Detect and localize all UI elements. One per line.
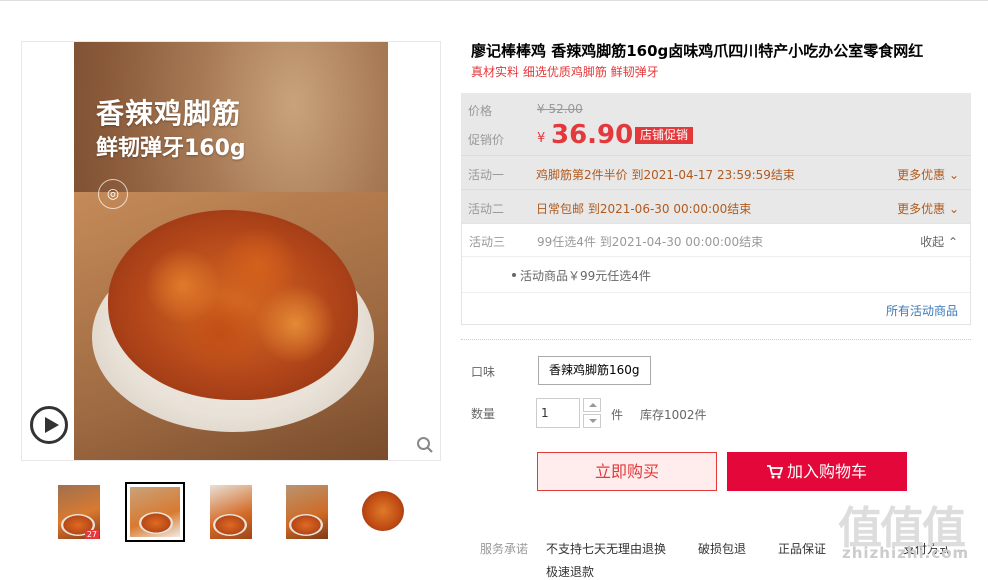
add-to-cart-button[interactable]: 加入购物车 <box>727 452 907 491</box>
image-subheadline: 鲜韧弹牙160g <box>96 136 246 161</box>
all-activity-products-link[interactable]: 所有活动商品 <box>886 302 958 319</box>
chicken-feet-dish <box>108 210 358 400</box>
thumbnail-3[interactable] <box>207 482 255 542</box>
thumbnail-5[interactable] <box>359 482 407 542</box>
more-offers-link[interactable]: 更多优惠 ⌄ <box>897 200 959 217</box>
thumbnail-1[interactable]: 27 <box>55 482 103 542</box>
original-price: ¥ 52.00 <box>537 102 583 116</box>
activity-label: 活动三 <box>469 235 506 249</box>
image-headline: 香辣鸡脚筋 <box>96 97 242 130</box>
currency-symbol: ¥ <box>537 131 546 146</box>
activity-label: 活动一 <box>468 168 505 182</box>
play-video-icon[interactable] <box>30 406 68 444</box>
quantity-increase-icon[interactable] <box>583 398 601 412</box>
product-title: 廖记棒棒鸡 香辣鸡脚筋160g卤味鸡爪四川特产小吃办公室零食网红 <box>471 42 924 60</box>
quantity-label: 数量 <box>471 407 496 421</box>
site-watermark: 值值值 zhizhizhi.com <box>838 492 978 572</box>
promo-price-label: 促销价 <box>468 133 505 147</box>
activity-row-2[interactable]: 活动二 日常包邮 到2021-06-30 00:00:00结束 更多优惠 ⌄ <box>461 189 971 223</box>
top-divider <box>0 0 988 1</box>
add-to-cart-label: 加入购物车 <box>786 462 867 481</box>
cart-icon <box>766 465 784 479</box>
flavor-label: 口味 <box>471 365 496 379</box>
quantity-decrease-icon[interactable] <box>583 414 601 428</box>
activity-label: 活动二 <box>468 202 505 216</box>
service-item: 极速退款 <box>546 565 595 579</box>
brand-badge-icon: ◎ <box>98 179 128 209</box>
service-label: 服务承诺 <box>480 542 529 556</box>
promo-price: 36.90 <box>551 120 634 150</box>
original-price-label: 价格 <box>468 104 493 118</box>
quantity-input[interactable] <box>536 398 580 428</box>
activity-row-1[interactable]: 活动一 鸡脚筋第2件半价 到2021-04-17 23:59:59结束 更多优惠… <box>461 155 971 189</box>
flavor-option-button[interactable]: 香辣鸡脚筋160g <box>538 356 651 385</box>
thumbnail-4[interactable] <box>283 482 331 542</box>
chevron-down-icon: ⌄ <box>945 202 959 216</box>
stock-count: 库存1002件 <box>640 408 707 422</box>
activity-detail-item: 活动商品￥99元任选4件 <box>520 269 651 283</box>
chevron-down-icon: ⌄ <box>945 168 959 182</box>
activity-text: 日常包邮 到2021-06-30 00:00:00结束 <box>536 202 752 216</box>
quantity-unit: 件 <box>611 408 624 422</box>
thumbnail-strip: 27 <box>52 482 412 544</box>
divider <box>461 339 971 340</box>
thumbnail-caption: 27 <box>84 530 99 539</box>
product-subtitle: 真材实料 细选优质鸡脚筋 鲜韧弹牙 <box>471 65 659 79</box>
service-item: 破损包退 <box>698 542 747 556</box>
activity-text: 99任选4件 到2021-04-30 00:00:00结束 <box>537 235 764 249</box>
watermark-url: zhizhizhi.com <box>842 544 970 562</box>
bullet-icon <box>512 273 516 277</box>
activity-text: 鸡脚筋第2件半价 到2021-04-17 23:59:59结束 <box>536 168 795 182</box>
collapse-link[interactable]: 收起 ⌃ <box>920 233 958 250</box>
zoom-icon[interactable] <box>416 436 434 454</box>
thumbnail-2[interactable] <box>125 482 185 542</box>
main-image-frame[interactable]: 香辣鸡脚筋 鲜韧弹牙160g ◎ <box>21 41 441 461</box>
activity-row-3-expanded: 活动三 99任选4件 到2021-04-30 00:00:00结束 收起 ⌃ 活… <box>461 223 971 325</box>
service-item: 不支持七天无理由退换 <box>546 542 667 556</box>
main-product-image: 香辣鸡脚筋 鲜韧弹牙160g ◎ <box>74 42 388 460</box>
buy-now-button[interactable]: 立即购买 <box>537 452 717 491</box>
chevron-up-icon: ⌃ <box>944 235 958 249</box>
promo-tag-badge: 店铺促销 <box>635 127 694 144</box>
price-panel: 价格 ¥ 52.00 促销价 ¥ 36.90 店铺促销 活动一 鸡脚筋第2件半价… <box>461 93 971 225</box>
service-item: 正品保证 <box>778 542 827 556</box>
more-offers-link[interactable]: 更多优惠 ⌄ <box>897 166 959 183</box>
